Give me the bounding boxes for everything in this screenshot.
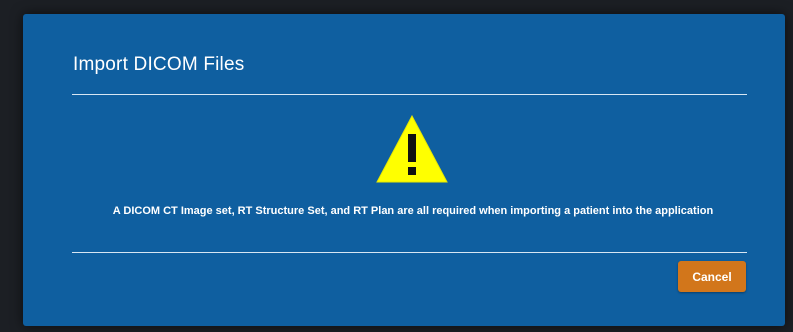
dialog-message: A DICOM CT Image set, RT Structure Set, … bbox=[112, 205, 714, 217]
title-divider bbox=[72, 94, 747, 95]
footer-divider bbox=[72, 252, 747, 253]
dialog-title: Import DICOM Files bbox=[73, 54, 245, 75]
import-dicom-dialog: Import DICOM Files A DICOM CT Image set,… bbox=[23, 14, 785, 326]
cancel-button[interactable]: Cancel bbox=[678, 261, 746, 292]
warning-triangle-icon bbox=[376, 114, 448, 183]
